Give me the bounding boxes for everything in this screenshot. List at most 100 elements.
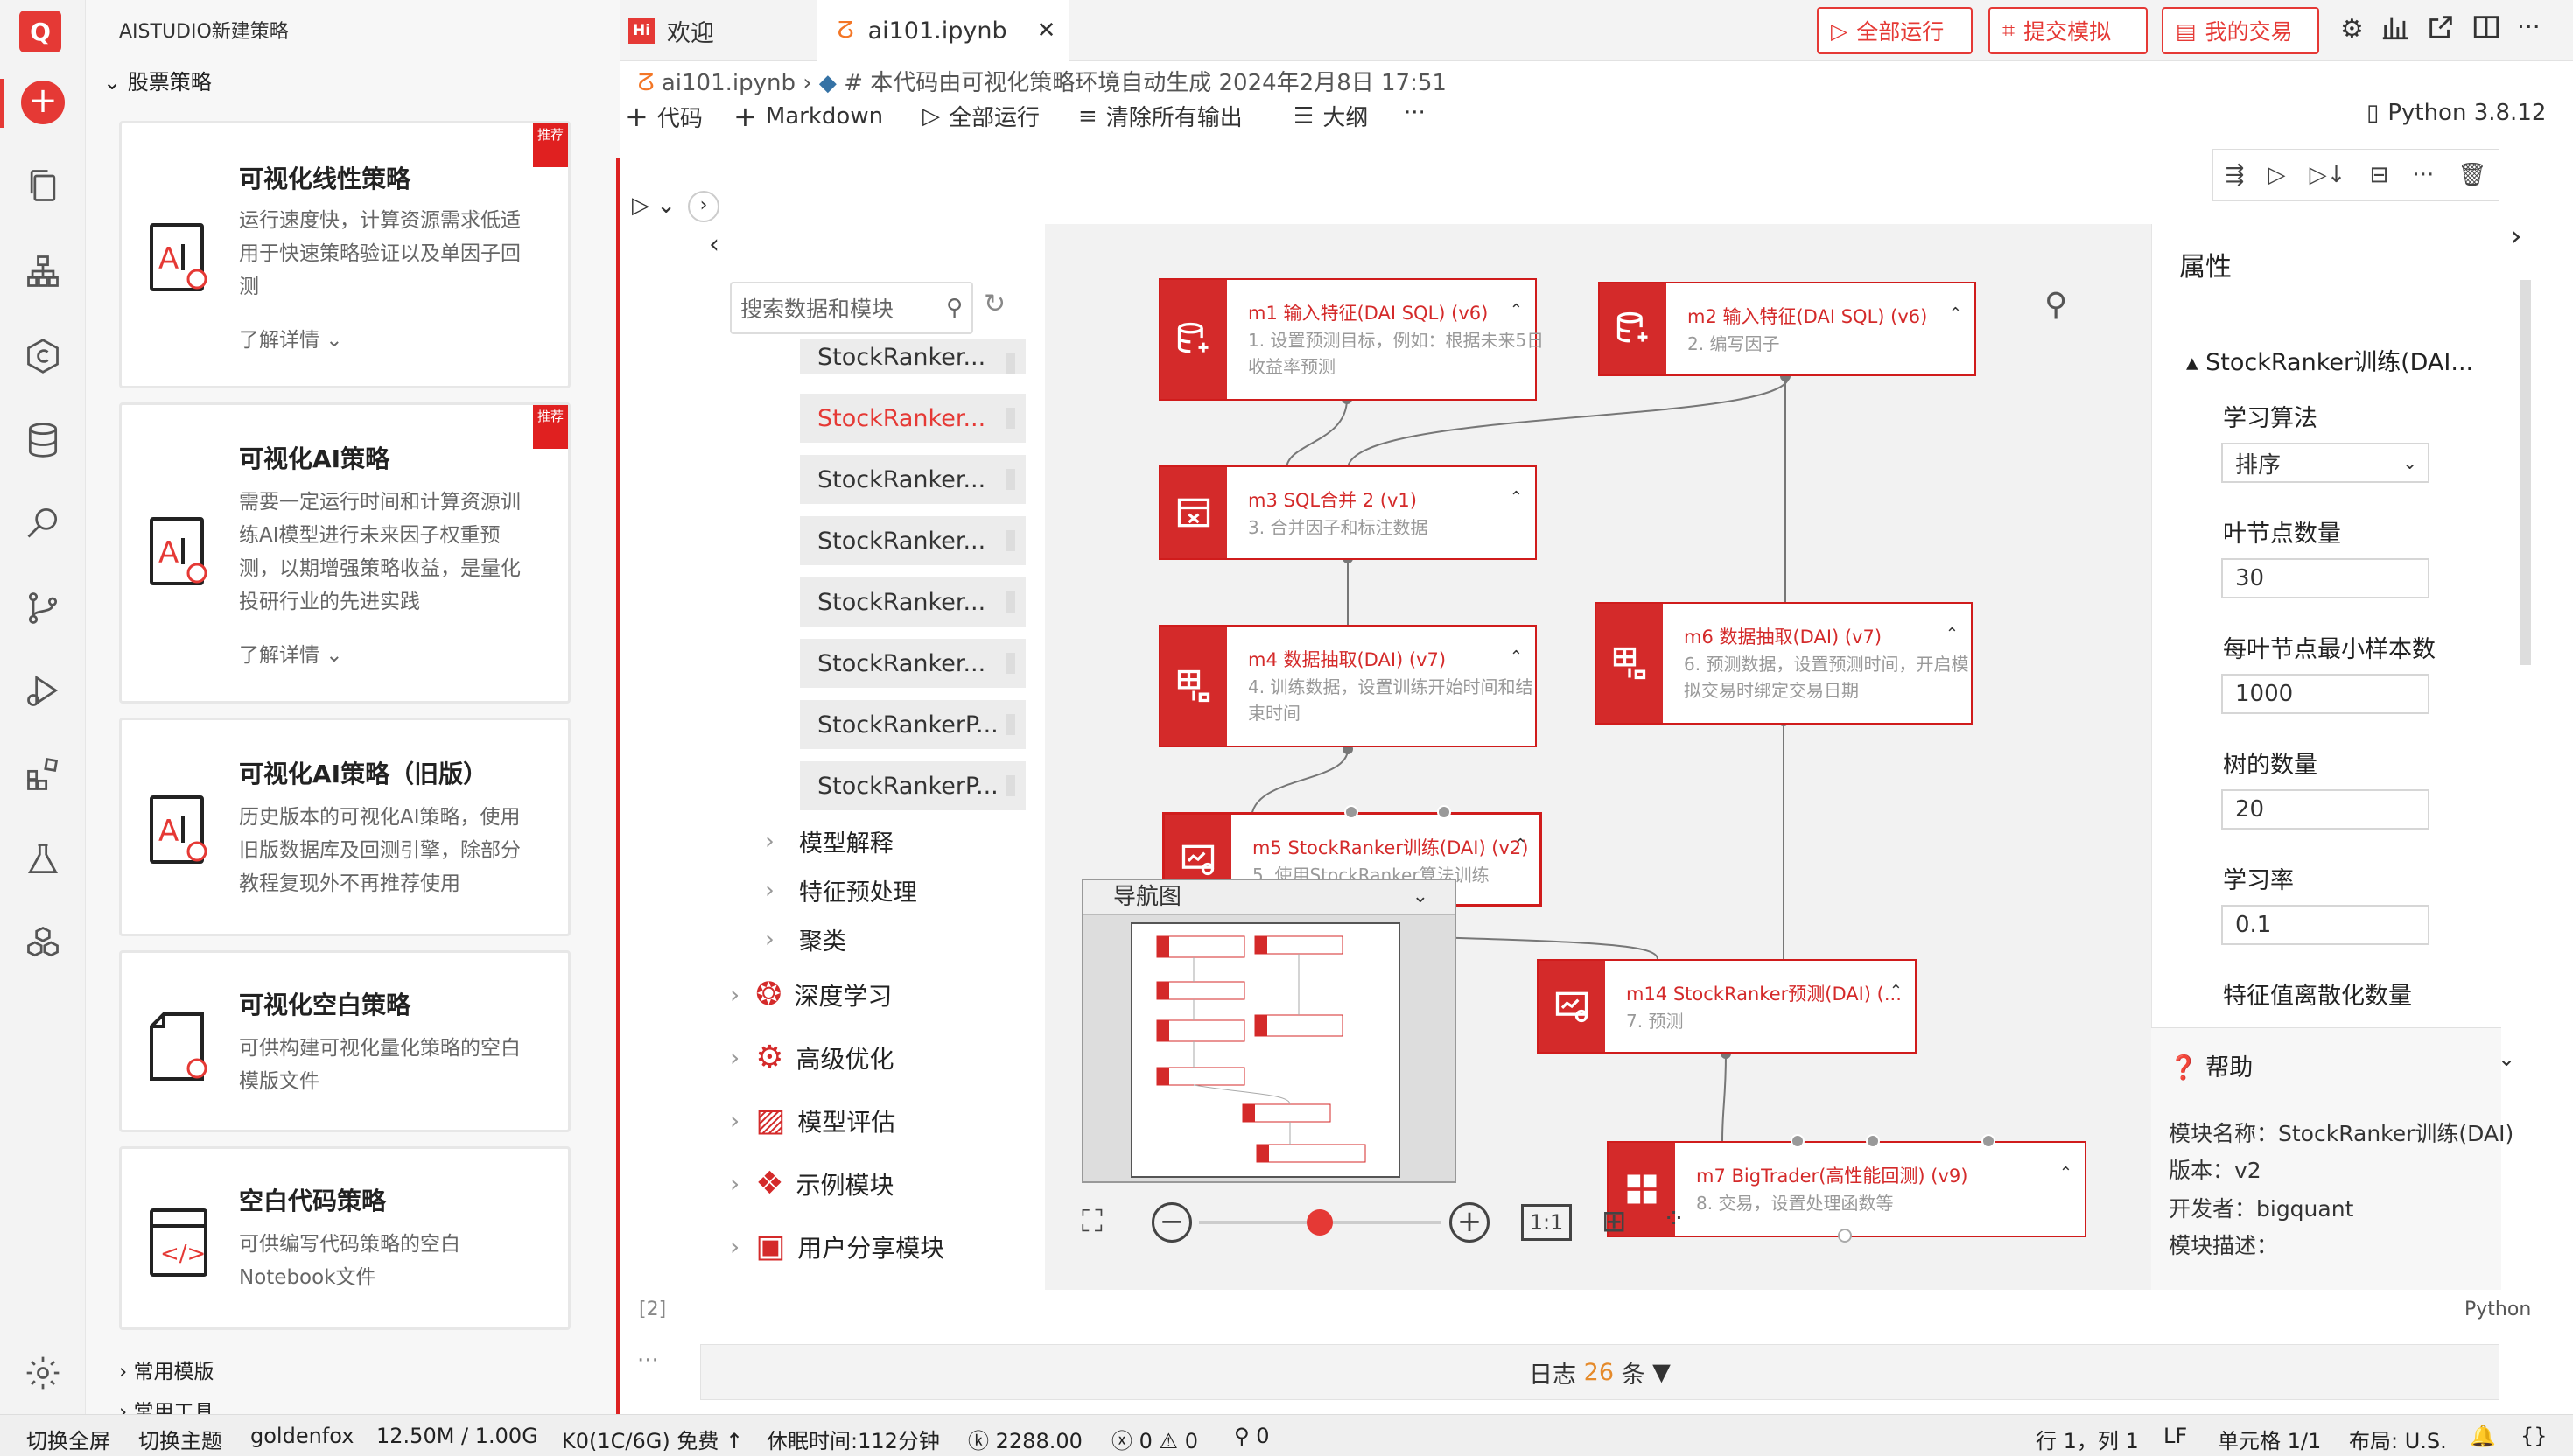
kernel-selector[interactable]: ▯ Python 3.8.12: [2366, 100, 2546, 126]
subcat-clustering[interactable]: › 聚类: [765, 922, 846, 956]
coin-icon[interactable]: [19, 332, 67, 380]
category-examples[interactable]: › ❖ 示例模块: [730, 1166, 894, 1201]
toolbar-more-button[interactable]: ···: [1404, 100, 1426, 126]
bell-icon[interactable]: 🔔: [2470, 1424, 2496, 1448]
run-cell-icon[interactable]: ▷ ⌄: [632, 192, 676, 219]
split-icon[interactable]: [2471, 12, 2501, 42]
common-templates[interactable]: › 常用模版: [119, 1354, 214, 1384]
node-m4[interactable]: m4 数据抽取(DAI) (v7) 4. 训练数据，设置训练开始时间和结束时间 ⌃: [1159, 625, 1537, 747]
cursor-position[interactable]: 行 1，列 1: [2036, 1424, 2139, 1454]
common-tools[interactable]: › 常用工具: [119, 1395, 214, 1414]
navigator-panel[interactable]: 导航图 ⌄: [1082, 878, 1456, 1183]
zoom-out-button[interactable]: −: [1152, 1202, 1192, 1242]
category-model-eval[interactable]: › ▨ 模型评估: [730, 1102, 895, 1138]
hierarchy-icon[interactable]: [19, 248, 67, 295]
card-linear-strategy[interactable]: 推荐 A 可视化线性策略 运行速度快，计算资源需求低适用于快速策略验证以及单因子…: [119, 121, 571, 388]
outline-button[interactable]: ☰ 大纲: [1294, 100, 1368, 132]
cell-count[interactable]: 单元格 1/1: [2218, 1424, 2321, 1454]
leaf-count-input[interactable]: 30: [2221, 558, 2429, 598]
node-m1[interactable]: m1 输入特征(DAI SQL) (v6) 1. 设置预测目标，例如：根据未来5日…: [1159, 278, 1544, 401]
kernel-status[interactable]: K0(1C/6G) 免费 ↑: [562, 1424, 743, 1454]
list-item[interactable]: StockRanker...: [800, 516, 1026, 565]
learn-more-link[interactable]: 了解详情 ⌄: [239, 638, 343, 668]
scrollbar[interactable]: [2520, 280, 2531, 665]
keyboard-layout[interactable]: 布局: U.S.: [2349, 1424, 2447, 1454]
clear-outputs-button[interactable]: ≡ 清除所有输出: [1078, 100, 1243, 132]
grid-icon[interactable]: ⁘: [1663, 1204, 1685, 1235]
execute-above-icon[interactable]: ▷: [2268, 162, 2285, 188]
actual-size-button[interactable]: 1:1: [1521, 1204, 1572, 1241]
algorithm-select[interactable]: 排序 ⌄: [2221, 443, 2429, 483]
zoom-in-button[interactable]: +: [1449, 1202, 1490, 1242]
subcat-feature-preprocess[interactable]: › 特征预处理: [765, 873, 917, 907]
card-blank-code-strategy[interactable]: </> 空白代码策略 可供编写代码策略的空白Notebook文件: [119, 1146, 571, 1330]
ports[interactable]: ⚲ 0: [1234, 1424, 1270, 1448]
card-blank-visual-strategy[interactable]: 可视化空白策略 可供构建可视化量化策略的空白模版文件: [119, 950, 571, 1132]
section-toggle[interactable]: ⌄ 股票策略: [103, 65, 212, 95]
help-header[interactable]: ❓ 帮助: [2169, 1048, 2253, 1082]
run-all-toolbar-button[interactable]: ▷ 全部运行: [922, 100, 1040, 132]
list-item[interactable]: StockRankerP...: [800, 761, 1026, 810]
run-debug-icon[interactable]: [19, 667, 67, 714]
subcat-model-explain[interactable]: › 模型解释: [765, 824, 894, 858]
source-control-icon[interactable]: [19, 584, 67, 632]
node-m14[interactable]: m14 StockRanker预测(DAI) (... 7. 预测 ⌃: [1537, 959, 1917, 1054]
learn-more-link[interactable]: 了解详情 ⌄: [239, 323, 343, 353]
add-markdown-button[interactable]: + Markdown: [733, 100, 883, 133]
settings-icon[interactable]: ⚙: [2340, 14, 2364, 45]
list-item[interactable]: StockRankerP...: [800, 700, 1026, 749]
expand-icon[interactable]: ›: [688, 191, 719, 222]
bar-chart-icon[interactable]: [2380, 12, 2410, 42]
list-item[interactable]: StockRanker...: [800, 639, 1026, 688]
zoom-thumb[interactable]: [1307, 1209, 1333, 1236]
add-icon[interactable]: +: [19, 79, 67, 126]
category-deep-learning[interactable]: › ❂ 深度学习: [730, 976, 892, 1012]
theme-toggle[interactable]: 切换主题: [138, 1424, 222, 1454]
tab-ai101[interactable]: ⵒ ai101.ipynb ✕: [817, 0, 1069, 61]
list-item[interactable]: StockRanker...: [800, 578, 1026, 626]
fullscreen-toggle[interactable]: 切换全屏: [26, 1424, 110, 1454]
user-name[interactable]: goldenfox: [250, 1424, 354, 1448]
close-icon[interactable]: ✕: [1037, 18, 1056, 44]
cubes-icon[interactable]: [19, 919, 67, 966]
gear-icon[interactable]: [19, 1349, 67, 1396]
submit-sim-button[interactable]: ⌗ 提交模拟: [1988, 7, 2148, 54]
my-trades-button[interactable]: ▤ 我的交易: [2162, 7, 2319, 54]
layout-icon[interactable]: ⊞: [1602, 1204, 1627, 1239]
files-icon[interactable]: [19, 162, 67, 209]
navigator-header[interactable]: 导航图 ⌄: [1083, 880, 1455, 915]
log-bar[interactable]: 日志 26 条 ▼: [700, 1344, 2499, 1400]
external-icon[interactable]: [2426, 12, 2456, 42]
node-m3[interactable]: m3 SQL合并 2 (v1) 3. 合并因子和标注数据 ⌃: [1159, 466, 1537, 560]
flask-icon[interactable]: [19, 836, 67, 883]
more-icon[interactable]: ···: [2517, 12, 2541, 41]
list-item[interactable]: StockRanker...: [800, 394, 1026, 443]
card-ai-strategy-legacy[interactable]: A 可视化AI策略（旧版） 历史版本的可视化AI策略，使用旧版数据库及回测引擎，…: [119, 718, 571, 936]
list-item[interactable]: StockRanker...: [800, 340, 1026, 374]
add-code-button[interactable]: + 代码: [625, 100, 703, 133]
min-samples-input[interactable]: 1000: [2221, 674, 2429, 714]
tree-count-input[interactable]: 20: [2221, 789, 2429, 830]
split-cell-icon[interactable]: ⊟: [2370, 162, 2389, 188]
cell-more-icon[interactable]: ···: [637, 1348, 659, 1374]
run-all-button[interactable]: ▷ 全部运行: [1817, 7, 1973, 54]
node-m6[interactable]: m6 数据抽取(DAI) (v7) 6. 预测数据，设置预测时间，开启模拟交易时绑…: [1595, 602, 1973, 724]
collapse-left-icon[interactable]: ‹: [709, 229, 719, 260]
eol[interactable]: LF: [2163, 1424, 2187, 1448]
chevron-down-icon[interactable]: ⌄: [2498, 1046, 2515, 1071]
search-icon[interactable]: [19, 499, 67, 546]
category-advanced-opt[interactable]: › ⚙ 高级优化: [730, 1040, 894, 1075]
tab-welcome[interactable]: Hi 欢迎: [620, 0, 817, 61]
delete-icon[interactable]: 🗑: [2457, 162, 2486, 188]
card-ai-strategy[interactable]: 推荐 A 可视化AI策略 需要一定运行时间和计算资源训练AI模型进行未来因子权重…: [119, 402, 571, 704]
database-icon[interactable]: [19, 416, 67, 464]
collapse-right-icon[interactable]: ›: [2510, 219, 2522, 254]
extensions-icon[interactable]: [19, 751, 67, 798]
problems[interactable]: ⓧ 0 ⚠ 0: [1111, 1424, 1198, 1454]
list-item[interactable]: StockRanker...: [800, 455, 1026, 504]
refresh-icon[interactable]: ↻: [984, 289, 1006, 319]
properties-section[interactable]: ▴ StockRanker训练(DAI...: [2186, 343, 2473, 377]
category-user-shared[interactable]: › ▣ 用户分享模块: [730, 1228, 944, 1264]
cell-more-icon[interactable]: ···: [2412, 162, 2434, 188]
minimap[interactable]: [1131, 922, 1400, 1178]
